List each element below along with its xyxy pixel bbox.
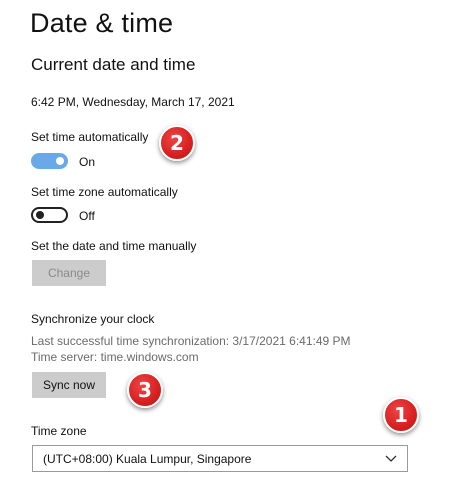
change-button[interactable]: Change xyxy=(32,260,106,286)
last-sync-text: Last successful time synchronization: 3/… xyxy=(31,334,351,348)
time-zone-label: Time zone xyxy=(31,424,87,438)
manual-time-label: Set the date and time manually xyxy=(31,239,197,253)
auto-timezone-state: Off xyxy=(79,209,95,223)
current-date-time-heading: Current date and time xyxy=(31,55,196,74)
annotation-badge-3: 3 xyxy=(127,372,163,408)
auto-time-label: Set time automatically xyxy=(31,130,149,144)
auto-timezone-toggle[interactable] xyxy=(31,207,68,223)
sync-heading: Synchronize your clock xyxy=(31,312,155,326)
time-server-text: Time server: time.windows.com xyxy=(31,350,199,364)
page-title: Date & time xyxy=(30,8,174,38)
annotation-badge-2: 2 xyxy=(159,125,195,161)
current-datetime-value: 6:42 PM, Wednesday, March 17, 2021 xyxy=(31,95,235,109)
annotation-badge-1: 1 xyxy=(383,397,419,433)
auto-time-state: On xyxy=(79,155,96,169)
auto-time-toggle[interactable] xyxy=(31,153,68,169)
chevron-down-icon xyxy=(385,455,397,462)
auto-timezone-label: Set time zone automatically xyxy=(31,185,178,199)
sync-now-button[interactable]: Sync now xyxy=(32,372,106,398)
time-zone-selected: (UTC+08:00) Kuala Lumpur, Singapore xyxy=(43,451,252,466)
time-zone-dropdown[interactable]: (UTC+08:00) Kuala Lumpur, Singapore xyxy=(32,445,408,472)
